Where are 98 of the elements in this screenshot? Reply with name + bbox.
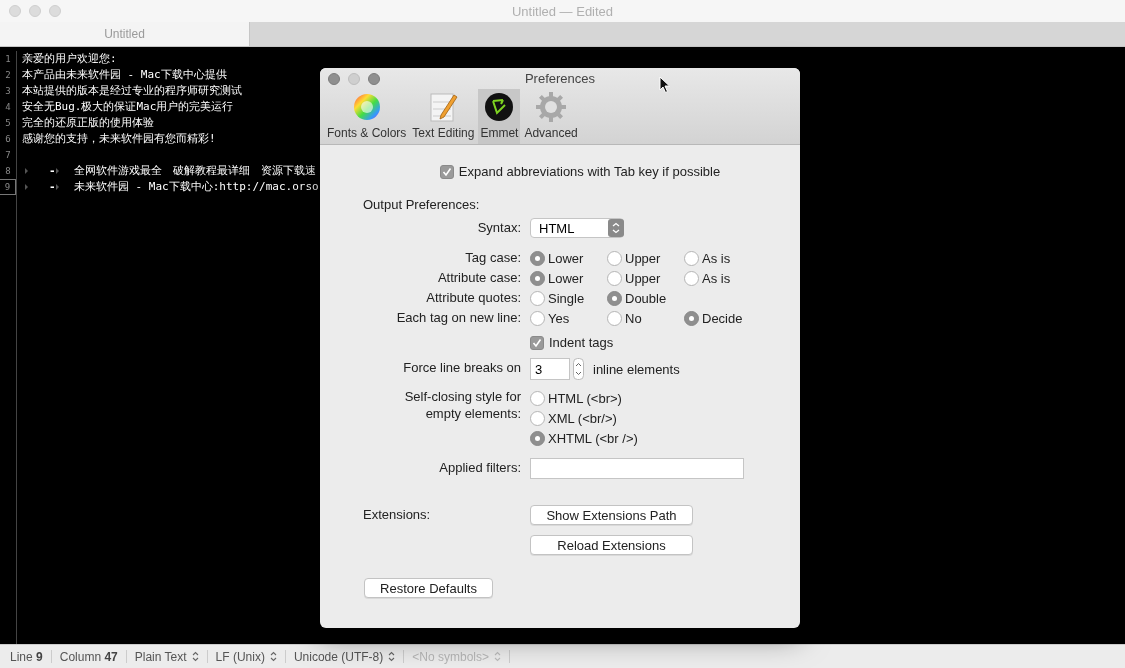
radio-button[interactable] <box>530 410 545 426</box>
radio-label: XML (<br/>) <box>548 410 617 426</box>
line-number: 4 <box>4 101 12 114</box>
checkbox-label: Indent tags <box>549 335 614 350</box>
code-line: 未来软件园 - Mac下载中心:http://mac.orso <box>74 179 319 195</box>
line-number: 9 <box>0 179 16 195</box>
window-control-button[interactable] <box>348 73 360 85</box>
updown-chevron-icon <box>388 651 396 662</box>
checkmark-icon <box>441 166 452 177</box>
code-line: 全网软件游戏最全 破解教程最详细 资源下载速 <box>74 163 316 179</box>
gear-icon <box>535 91 568 123</box>
field-label: Tag case: <box>465 249 521 267</box>
radio-label: Lower <box>548 250 584 266</box>
restore-defaults-button[interactable]: Restore Defaults <box>364 578 493 598</box>
tab-marker-icon <box>25 168 28 174</box>
field-label: Extensions: <box>363 506 431 524</box>
tab-marker-icon <box>56 168 59 174</box>
updown-chevron-icon <box>269 651 277 662</box>
field-label: Each tag on new line: <box>396 309 521 327</box>
push-button[interactable]: Reload Extensions <box>530 535 693 555</box>
radio-button[interactable] <box>530 270 545 286</box>
radio-button[interactable] <box>530 390 545 406</box>
radio-label: Yes <box>548 310 570 326</box>
radio-button[interactable] <box>607 310 622 326</box>
radio-label: XHTML (<br />) <box>548 430 638 446</box>
syntax-dropdown[interactable]: HTML <box>530 218 624 238</box>
radio-label: As is <box>702 250 731 266</box>
status-text: Column 47 <box>59 649 118 664</box>
line-number: 1 <box>4 53 12 66</box>
code-line: 安全无Bug.极大的保证Mac用户的完美运行 <box>22 99 234 115</box>
code-line: 完全的还原正版的使用体验 <box>22 115 154 131</box>
radio-label: Double <box>625 290 667 306</box>
updown-chevron-icon <box>494 651 501 662</box>
preferences-tab[interactable]: Text Editing <box>410 89 477 144</box>
window-control-button[interactable] <box>368 73 380 85</box>
updown-chevron-icon <box>191 651 199 662</box>
code-line: 感谢您的支持，未来软件园有您而精彩! <box>22 131 216 147</box>
preferences-tab[interactable]: Emmet <box>478 89 521 144</box>
preferences-tab[interactable]: Advanced <box>522 89 580 144</box>
bullet-text: - <box>49 179 56 195</box>
line-number: 7 <box>4 149 12 162</box>
radio-label: Upper <box>625 250 661 266</box>
section-heading: Output Preferences: <box>363 197 481 212</box>
bullet-text: - <box>49 163 56 179</box>
code-line: 本站提供的版本是经过专业的程序师研究测试 <box>22 83 242 99</box>
stepper-icon <box>573 358 584 380</box>
notepad-pencil-icon <box>427 91 460 123</box>
radio-button[interactable] <box>530 250 545 266</box>
radio-label: HTML (<br>) <box>548 390 622 406</box>
radio-button[interactable] <box>684 310 699 326</box>
window-title: Untitled — Edited <box>511 3 614 19</box>
radio-label: Lower <box>548 270 584 286</box>
radio-button[interactable] <box>530 430 545 446</box>
radio-button[interactable] <box>530 310 545 326</box>
checkbox[interactable] <box>439 164 454 179</box>
radio-button[interactable] <box>607 270 622 286</box>
status-popup[interactable]: Plain Text <box>134 649 199 664</box>
push-button[interactable]: Show Extensions Path <box>530 505 693 525</box>
radio-label: Upper <box>625 270 661 286</box>
radio-label: Single <box>548 290 585 306</box>
field-label: Self-closing style for empty elements: <box>403 388 521 422</box>
status-popup[interactable]: LF (Unix) <box>215 649 277 664</box>
radio-button[interactable] <box>607 250 622 266</box>
code-line: 亲爱的用户欢迎您: <box>22 51 117 67</box>
field-label: Attribute case: <box>437 269 521 287</box>
field-label: Syntax: <box>477 219 521 237</box>
field-label: inline elements <box>593 361 680 377</box>
checkbox-label: Expand abbreviations with Tab key if possible <box>458 164 721 179</box>
line-number: 8 <box>4 165 12 178</box>
line-number: 6 <box>4 133 12 146</box>
status-popup[interactable]: Unicode (UTF-8) <box>293 649 396 664</box>
emmet-logo-icon <box>483 91 516 123</box>
mouse-pointer-icon <box>659 76 671 94</box>
window-control-button[interactable] <box>328 73 340 85</box>
number-field[interactable]: 3 <box>530 358 570 380</box>
line-number: 3 <box>4 85 12 98</box>
radio-label: As is <box>702 270 731 286</box>
status-text: Line 9 <box>10 649 43 664</box>
radio-label: Decide <box>702 310 743 326</box>
field-label: Force line breaks on <box>403 359 521 377</box>
dialog-title: Preferences <box>524 71 596 86</box>
line-number: 5 <box>4 117 12 130</box>
filters-field[interactable] <box>530 458 744 479</box>
tab-marker-icon <box>56 184 59 190</box>
field-label: Attribute quotes: <box>426 289 521 307</box>
field-label: Applied filters: <box>439 459 521 477</box>
tab-marker-icon <box>25 184 28 190</box>
radio-button[interactable] <box>607 290 622 306</box>
checkbox[interactable] <box>530 335 544 350</box>
updown-chevron-icon <box>608 219 624 237</box>
radio-button[interactable] <box>684 250 699 266</box>
radio-button[interactable] <box>530 290 545 306</box>
line-number: 2 <box>4 69 12 82</box>
preferences-tab[interactable]: Fonts & Colors <box>325 89 409 144</box>
checkmark-icon <box>532 337 542 348</box>
radio-label: No <box>625 310 642 326</box>
radio-button[interactable] <box>684 270 699 286</box>
code-line: 本产品由未来软件园 - Mac下载中心提供 <box>22 67 227 83</box>
